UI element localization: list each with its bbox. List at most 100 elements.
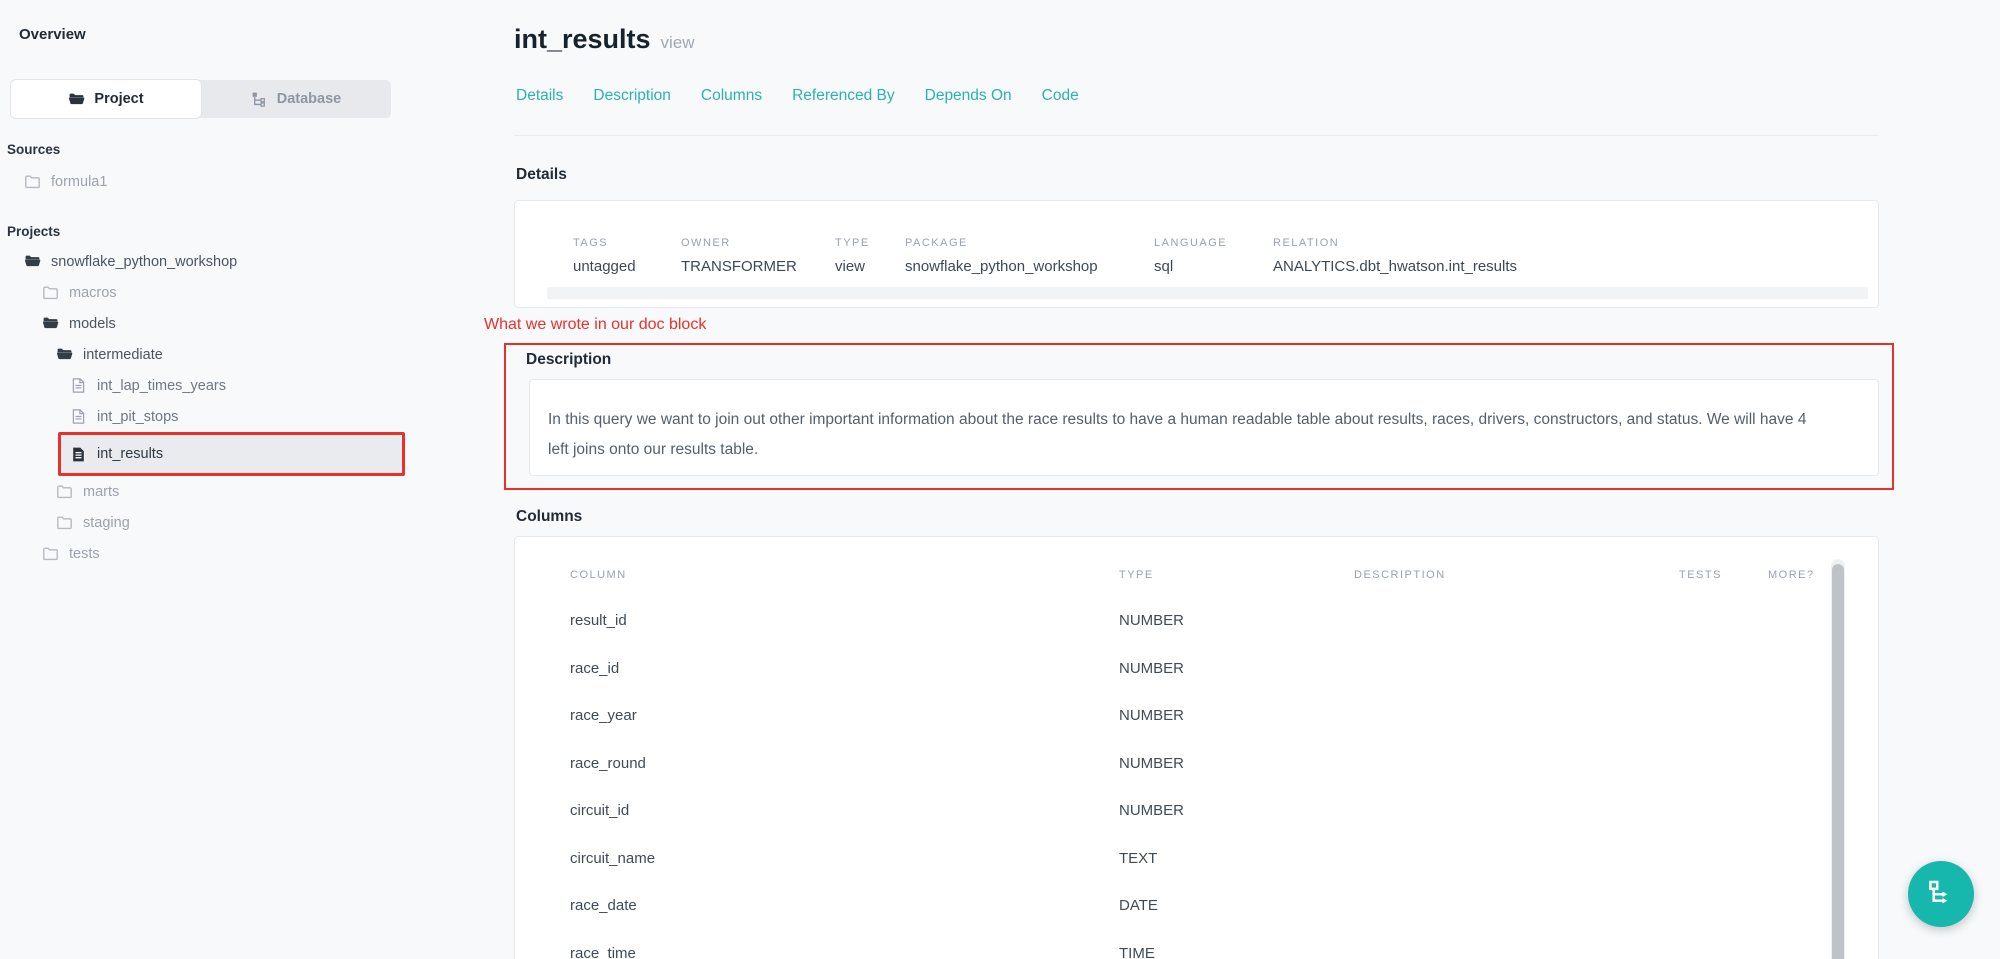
details-grid: TAGS OWNER TYPE PACKAGE LANGUAGE RELATIO…	[515, 201, 1878, 275]
table-row-race-time[interactable]: race_time TIME	[515, 930, 1878, 959]
folder-closed-icon	[42, 545, 59, 562]
tree-label: int_pit_stops	[97, 409, 178, 425]
tree-label: models	[69, 316, 116, 332]
column-name: circuit_name	[570, 850, 1119, 867]
sidebar-item-formula1[interactable]: formula1	[0, 166, 408, 197]
column-type: NUMBER	[1119, 755, 1354, 772]
table-row-race-id[interactable]: race_id NUMBER	[515, 645, 1878, 693]
columns-table-header: COLUMN TYPE DESCRIPTION TESTS MORE?	[515, 537, 1878, 581]
column-type: NUMBER	[1119, 707, 1354, 724]
title-row: int_results view	[514, 24, 695, 55]
column-type: NUMBER	[1119, 802, 1354, 819]
sidebar-item-staging[interactable]: staging	[0, 507, 408, 538]
source-label: formula1	[51, 174, 107, 190]
sidebar: Overview Project Database Sources formul…	[0, 0, 408, 959]
column-type: NUMBER	[1119, 612, 1354, 629]
column-header-description: DESCRIPTION	[1354, 569, 1679, 581]
tree-label: marts	[83, 484, 119, 500]
tab-referenced-by[interactable]: Referenced By	[792, 87, 895, 105]
detail-value-relation: ANALYTICS.dbt_hwatson.int_results	[1273, 258, 1878, 275]
details-collapsed-strip	[547, 287, 1868, 299]
sidebar-item-tests[interactable]: tests	[0, 538, 408, 569]
dbt-docs-page: Overview Project Database Sources formul…	[0, 0, 2000, 959]
column-name: race_year	[570, 707, 1119, 724]
column-header-type: TYPE	[1119, 569, 1354, 581]
table-row-result-id[interactable]: result_id NUMBER	[515, 597, 1878, 645]
detail-label: PACKAGE	[905, 237, 1154, 249]
column-type: TIME	[1119, 945, 1354, 959]
table-row-race-date[interactable]: race_date DATE	[515, 882, 1878, 930]
scrollbar-track[interactable]	[1831, 559, 1845, 959]
tree-label: snowflake_python_workshop	[51, 254, 237, 270]
sources-heading: Sources	[7, 142, 60, 157]
annotation-red-box-sidebar: int_results	[58, 432, 405, 476]
detail-value-language: sql	[1154, 258, 1273, 275]
sidebar-item-int-pit-stops[interactable]: int_pit_stops	[0, 401, 408, 432]
folder-open-icon	[24, 253, 41, 270]
file-icon	[70, 408, 87, 425]
project-tree: snowflake_python_workshop macros models …	[0, 246, 408, 569]
tree-label: tests	[69, 546, 100, 562]
page-subtitle: view	[661, 33, 695, 53]
folder-open-icon	[56, 346, 73, 363]
detail-value-tags: untagged	[573, 258, 681, 275]
detail-label: TYPE	[835, 237, 905, 249]
annotation-text: What we wrote in our doc block	[484, 316, 706, 334]
tab-code[interactable]: Code	[1042, 87, 1079, 105]
database-toggle-label: Database	[277, 91, 341, 107]
folder-closed-icon	[42, 284, 59, 301]
database-toggle-button[interactable]: Database	[201, 80, 391, 118]
table-row-race-year[interactable]: race_year NUMBER	[515, 692, 1878, 740]
detail-label: LANGUAGE	[1154, 237, 1273, 249]
detail-value-type: view	[835, 258, 905, 275]
column-name: race_id	[570, 660, 1119, 677]
detail-label: TAGS	[573, 237, 681, 249]
column-name: race_time	[570, 945, 1119, 959]
columns-card: COLUMN TYPE DESCRIPTION TESTS MORE? resu…	[514, 536, 1879, 959]
columns-section-heading: Columns	[516, 508, 582, 526]
column-type: NUMBER	[1119, 660, 1354, 677]
lineage-graph-button[interactable]	[1908, 861, 1974, 927]
file-icon	[70, 377, 87, 394]
folder-open-icon	[42, 315, 59, 332]
tree-label: int_results	[97, 446, 163, 462]
details-section-heading: Details	[516, 166, 567, 184]
sidebar-item-int-results-selected[interactable]: int_results	[61, 435, 402, 473]
detail-value-owner: TRANSFORMER	[681, 258, 835, 275]
tree-label: int_lap_times_years	[97, 378, 226, 394]
tab-details[interactable]: Details	[516, 87, 563, 105]
detail-label: RELATION	[1273, 237, 1878, 249]
file-filled-icon	[70, 446, 87, 463]
tree-icon	[251, 91, 268, 108]
tab-description[interactable]: Description	[593, 87, 671, 105]
sidebar-item-snowflake-python-workshop[interactable]: snowflake_python_workshop	[0, 246, 408, 277]
details-card: TAGS OWNER TYPE PACKAGE LANGUAGE RELATIO…	[514, 200, 1879, 308]
sidebar-item-macros[interactable]: macros	[0, 277, 408, 308]
detail-value-package: snowflake_python_workshop	[905, 258, 1154, 275]
description-section-heading: Description	[526, 351, 611, 369]
folder-closed-icon	[56, 514, 73, 531]
folder-open-icon	[68, 91, 85, 108]
sidebar-item-int-lap-times-years[interactable]: int_lap_times_years	[0, 370, 408, 401]
main-content: int_results view Details Description Col…	[514, 0, 1879, 959]
projects-heading: Projects	[7, 224, 60, 239]
column-type: TEXT	[1119, 850, 1354, 867]
sidebar-item-models[interactable]: models	[0, 308, 408, 339]
tab-columns[interactable]: Columns	[701, 87, 762, 105]
project-toggle-button[interactable]: Project	[11, 80, 201, 118]
divider	[514, 135, 1879, 136]
column-name: race_round	[570, 755, 1119, 772]
table-row-circuit-name[interactable]: circuit_name TEXT	[515, 835, 1878, 883]
description-card: In this query we want to join out other …	[529, 379, 1879, 476]
sidebar-item-marts[interactable]: marts	[0, 476, 408, 507]
scrollbar-thumb[interactable]	[1832, 564, 1844, 959]
description-text: In this query we want to join out other …	[548, 405, 1823, 465]
column-name: result_id	[570, 612, 1119, 629]
tab-depends-on[interactable]: Depends On	[925, 87, 1012, 105]
page-title: int_results	[514, 24, 651, 55]
table-row-circuit-id[interactable]: circuit_id NUMBER	[515, 787, 1878, 835]
tab-bar: Details Description Columns Referenced B…	[516, 87, 1079, 105]
table-row-race-round[interactable]: race_round NUMBER	[515, 740, 1878, 788]
column-header-more: MORE?	[1768, 569, 1878, 581]
sidebar-item-intermediate[interactable]: intermediate	[0, 339, 408, 370]
